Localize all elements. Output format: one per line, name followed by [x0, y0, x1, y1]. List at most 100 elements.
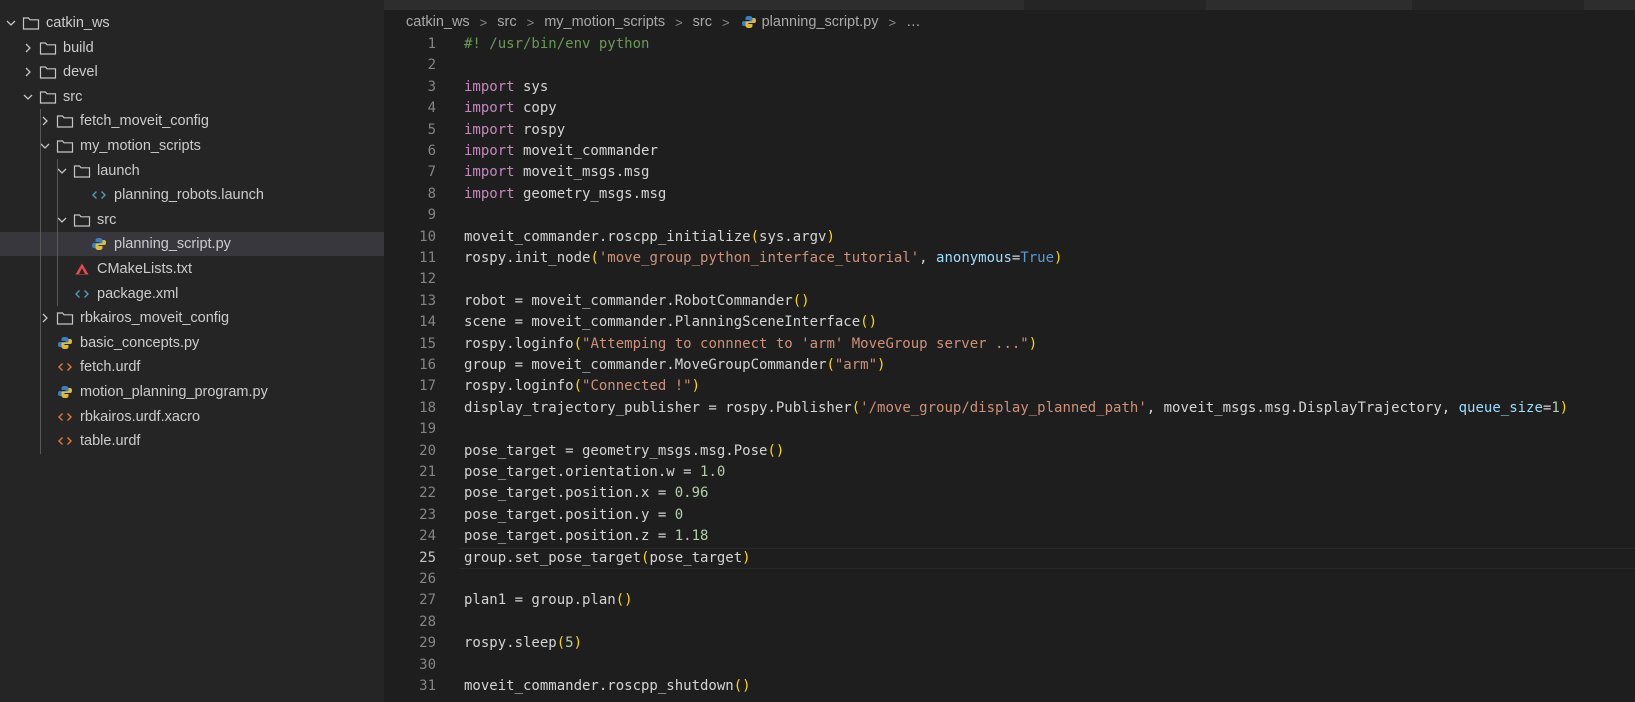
code-line[interactable]: rospy.loginfo("Connected !")	[460, 376, 1635, 397]
urdf-file-icon	[56, 433, 74, 449]
line-number: 25	[419, 549, 436, 566]
explorer-item-label: launch	[97, 162, 140, 179]
chevron-right-icon[interactable]	[23, 67, 33, 77]
explorer-item-label: planning_script.py	[114, 236, 231, 253]
line-number: 18	[419, 399, 436, 416]
breadcrumb-separator: >	[479, 14, 488, 30]
line-number: 29	[419, 635, 436, 652]
explorer-sidebar: catkin_ws build devel src fetch_moveit_confi…	[0, 0, 384, 702]
code-line[interactable]: import moveit_msgs.msg	[460, 162, 1635, 183]
line-number: 19	[419, 421, 436, 438]
line-number: 17	[419, 378, 436, 395]
xml-file-icon	[73, 286, 91, 302]
code-line[interactable]: display_trajectory_publisher = rospy.Pub…	[460, 398, 1635, 419]
code-line[interactable]	[460, 269, 1635, 290]
code-line[interactable]: pose_target.orientation.w = 1.0	[460, 462, 1635, 483]
line-number: 15	[419, 335, 436, 352]
code-line[interactable]: import moveit_commander	[460, 141, 1635, 162]
line-number: 21	[419, 464, 436, 480]
chevron-down-icon[interactable]	[6, 18, 16, 28]
code-line[interactable]: pose_target = geometry_msgs.msg.Pose()	[460, 441, 1635, 462]
code-line[interactable]: pose_target.position.z = 1.18	[460, 526, 1635, 547]
breadcrumb-item[interactable]: my_motion_scripts	[544, 14, 665, 30]
line-number: 8	[427, 185, 436, 202]
chevron-down-icon[interactable]	[57, 166, 67, 176]
explorer-item-label: basic_concepts.py	[80, 334, 200, 351]
code-line[interactable]: #! /usr/bin/env python	[460, 34, 1635, 55]
code-line[interactable]: moveit_commander.roscpp_initialize(sys.a…	[460, 227, 1635, 248]
explorer-item-label: fetch.urdf	[80, 359, 141, 376]
chevron-right-icon[interactable]	[40, 116, 50, 126]
code-line[interactable]: rospy.loginfo("Attemping to connnect to …	[460, 334, 1635, 355]
tab-area[interactable]	[384, 0, 1024, 10]
code-line[interactable]: pose_target.position.y = 0	[460, 505, 1635, 526]
explorer-item-build[interactable]: build	[0, 36, 384, 60]
indent-guide	[40, 109, 41, 454]
breadcrumb-item[interactable]: planning_script.py	[762, 14, 879, 30]
code-line[interactable]	[460, 569, 1635, 590]
line-number: 13	[419, 292, 436, 309]
explorer-item-my-motion-scripts[interactable]: my_motion_scripts	[0, 134, 384, 158]
code-line[interactable]: group.set_pose_target(pose_target)	[460, 547, 1635, 569]
breadcrumb: catkin_ws > src > my_motion_scripts > src > plan…	[406, 10, 921, 34]
explorer-item-src[interactable]: src	[0, 85, 384, 109]
chevron-right-icon[interactable]	[40, 313, 50, 323]
code-line[interactable]: import copy	[460, 98, 1635, 119]
line-number: 10	[419, 228, 436, 245]
folder-icon	[39, 89, 57, 105]
breadcrumb-separator: >	[722, 14, 730, 30]
line-number: 30	[419, 656, 436, 673]
chevron-down-icon[interactable]	[40, 141, 50, 151]
code-line[interactable]: plan1 = group.plan()	[460, 590, 1635, 611]
code-line[interactable]: import geometry_msgs.msg	[460, 184, 1635, 205]
code-line[interactable]	[460, 419, 1635, 440]
code-line[interactable]: scene = moveit_commander.PlanningSceneIn…	[460, 312, 1635, 333]
code-line[interactable]: moveit_commander.roscpp_shutdown()	[460, 676, 1635, 697]
chevron-down-icon[interactable]	[23, 92, 33, 102]
explorer-item-devel[interactable]: devel	[0, 60, 384, 84]
line-number: 7	[427, 164, 436, 181]
code-line[interactable]: import sys	[460, 77, 1635, 98]
urdf-file-icon	[56, 359, 74, 375]
line-number: 27	[419, 592, 436, 609]
tab-area[interactable]	[1206, 0, 1412, 10]
chevron-right-icon[interactable]	[23, 43, 33, 53]
breadcrumb-item[interactable]: catkin_ws	[406, 14, 470, 30]
tab-area[interactable]	[1584, 0, 1635, 10]
explorer-item-label: planning_robots.launch	[114, 187, 264, 204]
explorer-item-fetch-moveit-config[interactable]: fetch_moveit_config	[0, 109, 384, 133]
line-number: 28	[419, 613, 436, 630]
explorer-item-rbkairos-moveit-config[interactable]: rbkairos_moveit_config	[0, 306, 384, 330]
chevron-down-icon[interactable]	[57, 215, 67, 225]
explorer-item-label: package.xml	[97, 285, 179, 302]
breadcrumb-ellipsis[interactable]: …	[906, 14, 921, 30]
code-line[interactable]	[460, 612, 1635, 633]
code-line[interactable]	[460, 55, 1635, 76]
line-number: 14	[419, 314, 436, 331]
breadcrumb-separator: >	[888, 14, 897, 30]
explorer-item-fetch-urdf[interactable]: fetch.urdf	[0, 355, 384, 379]
code-line[interactable]	[460, 655, 1635, 676]
explorer-item-label: devel	[63, 64, 98, 81]
folder-icon	[73, 163, 91, 179]
explorer-item-basic-concepts-py[interactable]: basic_concepts.py	[0, 331, 384, 355]
breadcrumb-item[interactable]: src	[497, 14, 516, 30]
python-file-icon	[740, 14, 758, 30]
explorer-item-rbkairos-urdf-xacro[interactable]: rbkairos.urdf.xacro	[0, 405, 384, 429]
breadcrumb-item[interactable]: src	[693, 14, 712, 30]
code-line[interactable]: group = moveit_commander.MoveGroupComman…	[460, 355, 1635, 376]
python-file-icon	[90, 236, 108, 252]
code-line[interactable]	[460, 205, 1635, 226]
code-line[interactable]: robot = moveit_commander.RobotCommander(…	[460, 291, 1635, 312]
code-line[interactable]: import rospy	[460, 120, 1635, 141]
code-line[interactable]: rospy.init_node('move_group_python_inter…	[460, 248, 1635, 269]
folder-icon	[73, 212, 91, 228]
explorer-item-catkin-ws[interactable]: catkin_ws	[0, 11, 384, 35]
line-number: 20	[419, 442, 436, 459]
explorer-item-table-urdf[interactable]: table.urdf	[0, 429, 384, 453]
explorer-item-label: src	[97, 211, 117, 228]
code-line[interactable]: rospy.sleep(5)	[460, 633, 1635, 654]
line-number: 24	[419, 528, 436, 545]
code-line[interactable]: pose_target.position.x = 0.96	[460, 483, 1635, 504]
explorer-item-motion-planning-program-py[interactable]: motion_planning_program.py	[0, 380, 384, 404]
